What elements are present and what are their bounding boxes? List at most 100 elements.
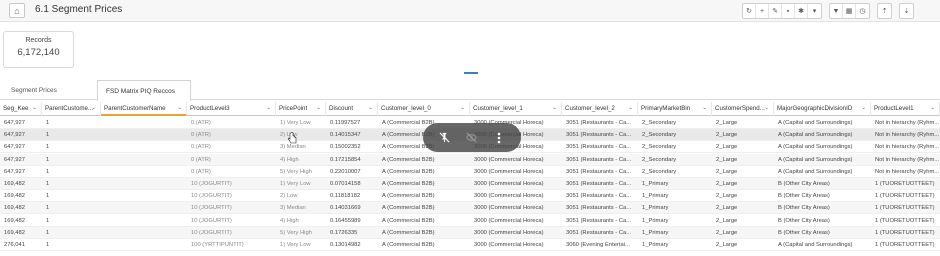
column-header[interactable]: PricePoint ⌄ (276, 102, 326, 116)
column-header[interactable]: Customer_level_0 ⌄ (378, 102, 470, 116)
column-header[interactable]: Seg_Kee ⌄ (0, 102, 42, 116)
table-row[interactable]: 169,482 1 10 (JOGURTIT) 2) Low 0.11818182 A (… (0, 190, 940, 203)
table-cell: 3051 (Restaurants - Ca... (566, 132, 632, 139)
tab-fsd-matrix-piq-reccos[interactable]: FSD Matrix PIQ Reccos (97, 80, 191, 101)
table-cell: 647,927 (4, 156, 25, 163)
table-cell: 1) Very Low (280, 242, 311, 248)
chevron-down-icon[interactable]: ⌄ (628, 105, 633, 111)
table-cell: Not in hierarchy (Ryhm... (875, 168, 940, 175)
chevron-down-icon[interactable]: ⌄ (266, 105, 271, 111)
chevron-down-icon[interactable]: ⌄ (764, 105, 769, 111)
column-header-label: Discount (329, 105, 354, 112)
column-header[interactable]: CustomerSpend... ⌄ (712, 102, 774, 116)
chevron-down-icon[interactable]: ⌄ (702, 105, 707, 111)
table-cell: A (Capital and Surroundings) (778, 156, 853, 163)
column-header[interactable]: Discount ⌄ (326, 102, 378, 116)
column-header[interactable]: MajorGeographicDivisionID ⌄ (774, 102, 871, 116)
table-cell: 169,482 (4, 181, 25, 187)
column-header-label: CustomerSpend... (715, 105, 765, 112)
table-cell: 2_Secondary (642, 156, 677, 163)
table-cell: 1 (46, 132, 50, 139)
download-icon[interactable]: ⇣ (900, 4, 913, 18)
table-cell: 4) High (280, 217, 299, 224)
table-cell: A (Commercial B2B) (382, 229, 435, 236)
table-cell: 0.1726335 (330, 229, 358, 236)
table-cell: 1_Primary (642, 181, 669, 187)
table-cell: 5) Very High (280, 229, 312, 236)
table-cell: 1 (TUORETUOTTEET) (875, 242, 935, 248)
table-cell: 3051 (Restaurants - Ca... (566, 229, 632, 236)
history-icon[interactable]: ◷ (856, 4, 869, 18)
table-cell (101, 117, 187, 129)
table-cell: 276,041 (4, 242, 25, 248)
table-row[interactable]: 169,482 1 10 (JOGURTIT) 5) Very High 0.17263… (0, 226, 940, 239)
refresh-icon[interactable]: ↻ (743, 4, 756, 18)
column-header[interactable]: ProductLevel3 ⌄ (187, 102, 276, 116)
table-cell: 647,927 (4, 132, 25, 139)
table-cell: A (Commercial B2B) (382, 205, 435, 212)
filter-icon[interactable]: ▼ (830, 4, 843, 18)
table-cell: 169,482 (4, 205, 25, 212)
pin-off-icon[interactable] (438, 131, 452, 145)
table-row[interactable]: 169,482 1 10 (JOGURTIT) 3) Median 0.14031669… (0, 202, 940, 215)
table-cell (101, 166, 187, 178)
column-header[interactable]: ParentCustomerName ⌄ (101, 102, 187, 116)
more-vertical-icon[interactable] (492, 131, 506, 145)
eye-off-icon[interactable] (465, 131, 479, 145)
add-icon[interactable]: + (756, 4, 769, 18)
home-icon[interactable]: ⌂ (9, 3, 25, 18)
table-cell: A (Capital and Surroundings) (778, 120, 853, 126)
chevron-down-icon[interactable]: ⌄ (316, 105, 321, 111)
column-header[interactable]: ParentCustome... ⌄ (42, 102, 101, 116)
edit-icon[interactable]: ✎ (769, 4, 782, 18)
table-cell (101, 202, 187, 214)
table-row[interactable]: 169,482 1 10 (JOGURTIT) 1) Very Low 0.070141… (0, 178, 940, 190)
table-cell: 1_Primary (642, 193, 669, 200)
kpi-label: Records (25, 37, 52, 44)
column-header-label: PrimaryMarketBin (641, 105, 691, 112)
chevron-down-icon[interactable]: ⌄ (552, 105, 557, 111)
chevron-down-icon[interactable]: ⌄ (177, 105, 182, 111)
table-row[interactable]: 276,041 1 100 (YRTTIPUNTIT) 1) Very Low 0.13… (0, 239, 940, 251)
table-row[interactable]: 647,927 1 0 (ATR) 5) Very High 0.22010007 A (… (0, 166, 940, 178)
table-cell: 2_Large (716, 242, 738, 248)
table-cell: 10 (JOGURTIT) (191, 205, 232, 212)
chevron-down-icon[interactable]: ▾ (808, 4, 821, 18)
upload-icon[interactable]: ⇡ (878, 4, 891, 18)
table-cell (101, 141, 187, 153)
settings-icon[interactable]: ✱ (795, 4, 808, 18)
chevron-down-icon[interactable]: ⌄ (91, 105, 96, 111)
table-cell: 2_Large (716, 181, 738, 187)
column-header[interactable]: Customer_level_1 ⌄ (470, 102, 562, 116)
column-header-label: ParentCustome... (45, 105, 94, 112)
table-cell: A (Commercial B2B) (382, 168, 435, 175)
table-cell: B (Other City Areas) (778, 181, 830, 187)
table-cell: 3000 (Commercial Horeca) (474, 229, 544, 236)
delete-icon[interactable]: ▪ (782, 4, 795, 18)
column-header[interactable]: PrimaryMarketBin ⌄ (638, 102, 712, 116)
table-cell: 2_Secondary (642, 168, 677, 175)
chevron-down-icon[interactable]: ⌄ (32, 105, 37, 111)
table-cell: 2) Low (280, 132, 298, 139)
table-row[interactable]: 647,927 1 0 (ATR) 4) High 0.17215854 A (Comme… (0, 153, 940, 166)
table-row[interactable]: 169,482 1 10 (JOGURTIT) 4) High 0.16455989 A … (0, 215, 940, 227)
table-icon[interactable]: ▦ (843, 4, 856, 18)
table-cell: 1 (46, 120, 50, 126)
column-header[interactable]: Customer_level_2 ⌄ (562, 102, 638, 116)
column-header-label: PricePoint (279, 105, 308, 112)
chevron-down-icon[interactable]: ⌄ (460, 105, 465, 111)
chevron-down-icon[interactable]: ⌄ (368, 105, 373, 111)
chevron-down-icon[interactable]: ⌄ (930, 105, 935, 111)
table-cell: 3000 (Commercial Horeca) (474, 205, 544, 212)
table-cell: 3) Median (280, 144, 306, 151)
toolbar: ↻ + ✎ ▪ ✱ ▾ ▼ ▦ ◷ ⇡ ⇣ (737, 3, 914, 19)
tab-segment-prices[interactable]: Segment Prices (3, 80, 95, 100)
table-cell: 0.11997527 (330, 120, 361, 126)
chevron-down-icon[interactable]: ⌄ (861, 105, 866, 111)
column-header[interactable]: ProductLevel1 ⌄ (871, 102, 940, 116)
table-cell: 3000 (Commercial Horeca) (474, 193, 544, 200)
table-cell: 1 (46, 181, 50, 187)
table-cell: 0.17215854 (330, 156, 361, 163)
table-cell: 2_Large (716, 217, 738, 224)
table-cell: 2_Large (716, 132, 738, 139)
